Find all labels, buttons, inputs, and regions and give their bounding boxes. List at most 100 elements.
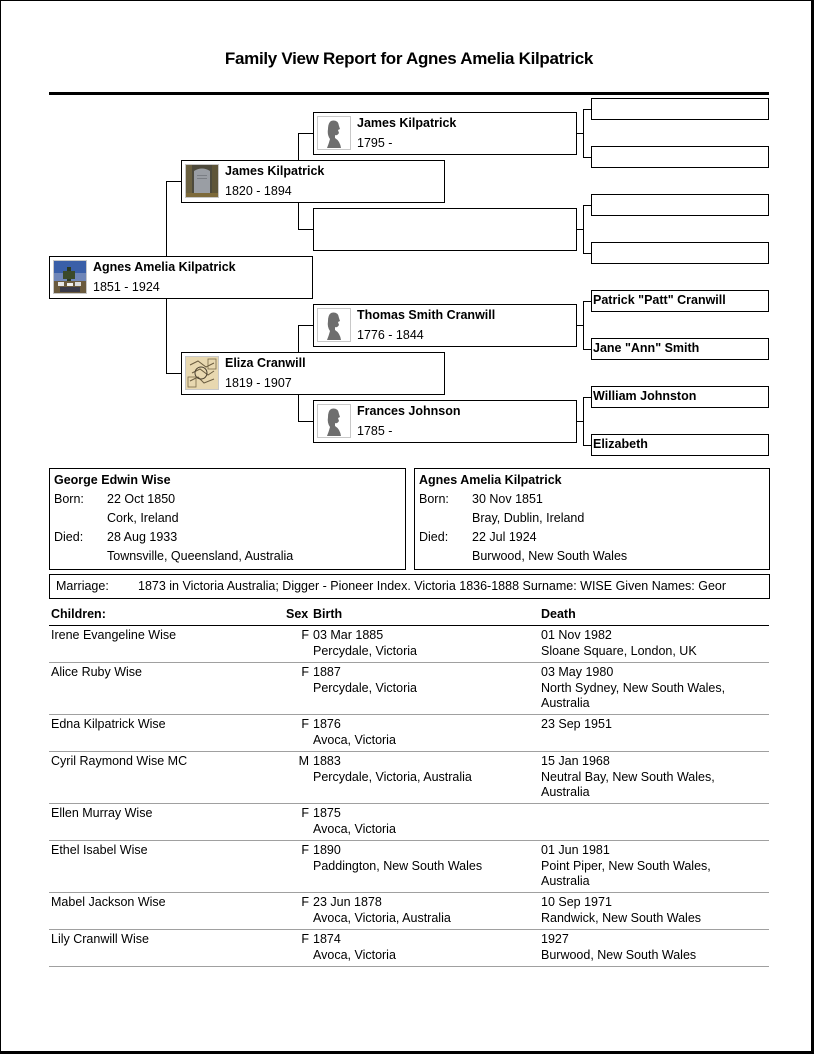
child-name[interactable]: Ellen Murray Wise xyxy=(51,806,152,822)
great-grandparent-box-5[interactable]: Patrick "Patt" Cranwill xyxy=(591,290,769,312)
wife-name[interactable]: Agnes Amelia Kilpatrick xyxy=(419,473,562,487)
person-box-maternal-grandfather[interactable]: Thomas Smith Cranwill 1776 - 1844 xyxy=(313,304,577,347)
silhouette-icon xyxy=(317,308,351,342)
wife-details: Agnes Amelia Kilpatrick Born: 30 Nov 185… xyxy=(414,468,770,570)
person-box-maternal-grandmother[interactable]: Frances Johnson 1785 - xyxy=(313,400,577,443)
connector-mother-upper xyxy=(298,325,313,326)
child-death: 01 Nov 1982 Sloane Square, London, UK xyxy=(541,628,697,659)
great-grandparent-box-2[interactable] xyxy=(591,146,769,168)
child-sex: F xyxy=(301,843,309,857)
birth-date: 03 Mar 1885 xyxy=(313,628,384,642)
child-death: 23 Sep 1951 xyxy=(541,717,612,733)
great-grandparent-box-1[interactable] xyxy=(591,98,769,120)
child-birth: 1887 Percydale, Victoria xyxy=(313,665,417,696)
headstone-photo[interactable] xyxy=(185,164,219,198)
connector-gen4-pair-4 xyxy=(583,397,584,446)
child-birth: 23 Jun 1878 Avoca, Victoria, Australia xyxy=(313,895,451,926)
connector-gen4-6 xyxy=(583,349,591,350)
birth-place: Paddington, New South Wales xyxy=(313,858,483,873)
child-sex: F xyxy=(301,895,309,909)
birth-date: 1883 xyxy=(313,754,341,768)
great-grandparent-box-7[interactable]: William Johnston xyxy=(591,386,769,408)
great-grandparent-box-4[interactable] xyxy=(591,242,769,264)
born-label: Born: xyxy=(419,492,449,506)
birth-date: 1887 xyxy=(313,665,341,679)
child-sex: M xyxy=(298,754,309,768)
birth-place: Percydale, Victoria xyxy=(313,680,417,695)
connector-gen3-1 xyxy=(576,133,583,134)
child-birth: 1890 Paddington, New South Wales xyxy=(313,843,482,874)
death-date: 10 Sep 1971 xyxy=(541,895,612,909)
connector-gen4-1 xyxy=(583,109,591,110)
child-name[interactable]: Lily Cranwill Wise xyxy=(51,932,149,948)
person-name: William Johnston xyxy=(593,389,697,403)
child-sex: F xyxy=(301,628,309,642)
person-box-paternal-grandmother-empty[interactable] xyxy=(313,208,577,251)
child-row[interactable]: Mabel Jackson Wise F 23 Jun 1878 Avoca, Vic… xyxy=(49,893,769,930)
death-place: Point Piper, New South Wales, xyxy=(541,858,711,873)
person-dates: 1776 - 1844 xyxy=(357,328,424,342)
child-sex: F xyxy=(301,932,309,946)
child-birth: 1875 Avoca, Victoria xyxy=(313,806,396,837)
child-row[interactable]: Edna Kilpatrick Wise F 1876 Avoca, Victoria… xyxy=(49,715,769,752)
person-dates: 1795 - xyxy=(357,136,393,150)
birth-place: Avoca, Victoria, Australia xyxy=(313,910,451,925)
marriage-label: Marriage: xyxy=(56,579,109,593)
death-place: Australia xyxy=(541,696,590,710)
child-row[interactable]: Irene Evangeline Wise F 03 Mar 1885 Percyda… xyxy=(49,626,769,663)
connector-gen3-2 xyxy=(576,229,583,230)
connector-gen4-pair-2 xyxy=(583,205,584,254)
death-date: 03 May 1980 xyxy=(541,665,614,679)
report-title: Family View Report for Agnes Amelia Kilp… xyxy=(224,49,594,68)
died-place: Burwood, New South Wales xyxy=(472,549,628,563)
child-row[interactable]: Cyril Raymond Wise MC M 1883 Percydale, Vic… xyxy=(49,752,769,804)
died-date: 22 Jul 1924 xyxy=(472,530,537,544)
person-name: Jane "Ann" Smith xyxy=(593,341,700,355)
child-birth: 03 Mar 1885 Percydale, Victoria xyxy=(313,628,417,659)
child-name[interactable]: Ethel Isabel Wise xyxy=(51,843,148,859)
person-box-mother[interactable]: Eliza Cranwill 1819 - 1907 xyxy=(181,352,445,395)
death-place: Burwood, New South Wales xyxy=(541,947,697,962)
child-row[interactable]: Lily Cranwill Wise F 1874 Avoca, Victoria 19… xyxy=(49,930,769,967)
person-box-father[interactable]: James Kilpatrick 1820 - 1894 xyxy=(181,160,445,203)
person-name: Eliza Cranwill xyxy=(225,356,306,370)
child-row[interactable]: Ellen Murray Wise F 1875 Avoca, Victoria xyxy=(49,804,769,841)
birth-date: 1875 xyxy=(313,806,341,820)
child-row[interactable]: Ethel Isabel Wise F 1890 Paddington, New So… xyxy=(49,841,769,893)
child-name[interactable]: Edna Kilpatrick Wise xyxy=(51,717,166,733)
child-sex: F xyxy=(301,665,309,679)
death-date: 15 Jan 1968 xyxy=(541,754,610,768)
cemetery-photo[interactable] xyxy=(53,260,87,294)
map-photo[interactable] xyxy=(185,356,219,390)
death-place: Sloane Square, London, UK xyxy=(541,643,697,658)
child-death: 01 Jun 1981 Point Piper, New South Wales,… xyxy=(541,843,711,890)
child-death: 15 Jan 1968 Neutral Bay, New South Wales,… xyxy=(541,754,715,801)
born-date: 30 Nov 1851 xyxy=(472,492,543,506)
great-grandparent-box-6[interactable]: Jane "Ann" Smith xyxy=(591,338,769,360)
birth-place: Avoca, Victoria xyxy=(313,821,396,836)
great-grandparent-box-8[interactable]: Elizabeth xyxy=(591,434,769,456)
person-name: Thomas Smith Cranwill xyxy=(357,308,496,322)
child-death: 10 Sep 1971 Randwick, New South Wales xyxy=(541,895,701,926)
birth-place: Avoca, Victoria xyxy=(313,732,396,747)
died-place: Townsville, Queensland, Australia xyxy=(107,549,294,563)
great-grandparent-box-3[interactable] xyxy=(591,194,769,216)
connector-father-upper xyxy=(298,133,313,134)
birth-date: 1874 xyxy=(313,932,341,946)
person-dates: 1820 - 1894 xyxy=(225,184,292,198)
birth-place: Percydale, Victoria xyxy=(313,643,417,658)
person-box-paternal-grandfather[interactable]: James Kilpatrick 1795 - xyxy=(313,112,577,155)
died-label: Died: xyxy=(419,530,449,544)
child-row[interactable]: Alice Ruby Wise F 1887 Percydale, Victoria 0… xyxy=(49,663,769,715)
child-name[interactable]: Cyril Raymond Wise MC xyxy=(51,754,187,770)
child-name[interactable]: Alice Ruby Wise xyxy=(51,665,142,681)
death-place: Australia xyxy=(541,785,590,799)
husband-name[interactable]: George Edwin Wise xyxy=(54,473,171,487)
person-box-subject[interactable]: Agnes Amelia Kilpatrick 1851 - 1924 xyxy=(49,256,313,299)
child-birth: 1883 Percydale, Victoria, Australia xyxy=(313,754,472,785)
child-death: 03 May 1980 North Sydney, New South Wales… xyxy=(541,665,725,712)
born-date: 22 Oct 1850 xyxy=(107,492,176,506)
death-place: Neutral Bay, New South Wales, xyxy=(541,769,715,784)
child-name[interactable]: Irene Evangeline Wise xyxy=(51,628,176,644)
child-name[interactable]: Mabel Jackson Wise xyxy=(51,895,166,911)
